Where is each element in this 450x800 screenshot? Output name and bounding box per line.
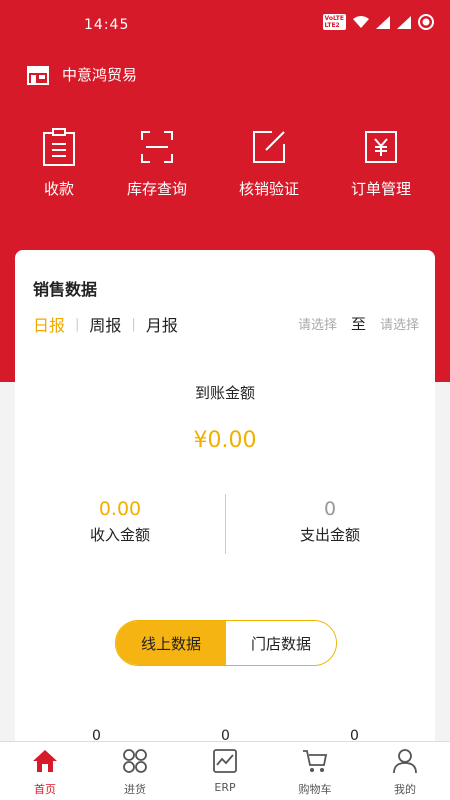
signal-5g-icon <box>397 15 411 29</box>
tabbar-cart-label: 购物车 <box>298 783 332 796</box>
grid-icon <box>123 749 147 773</box>
segment-store[interactable]: 门店数据 <box>226 621 336 665</box>
action-orders[interactable]: 订单管理 <box>326 128 436 199</box>
action-collect[interactable]: 收款 <box>4 128 114 199</box>
tab-separator: | <box>131 316 136 332</box>
tabbar-home[interactable]: 首页 <box>0 742 90 800</box>
arrival-label: 到账金额 <box>194 384 255 402</box>
status-bar: 14:45 VoLTE LTE2 <box>0 0 450 50</box>
data-source-toggle: 线上数据 门店数据 <box>115 620 337 666</box>
income-stat: 0.00 收入金额 <box>15 498 225 545</box>
yen-icon <box>365 131 397 163</box>
action-verify[interactable]: 核销验证 <box>214 128 324 199</box>
quick-actions: 收款 库存查询 核销验证 订单管理 <box>0 128 450 208</box>
tabbar-purchase[interactable]: 进货 <box>90 742 180 800</box>
chart-icon <box>213 749 237 773</box>
store-name: 中意鸿贸易 <box>62 66 138 84</box>
action-verify-label: 核销验证 <box>238 180 299 198</box>
volte-icon: VoLTE LTE2 <box>322 14 346 30</box>
expense-label: 支出金额 <box>299 526 360 544</box>
action-inventory-label: 库存查询 <box>126 180 187 198</box>
status-time: 14:45 <box>84 17 130 33</box>
sales-title: 销售数据 <box>33 280 98 299</box>
tabbar-purchase-label: 进货 <box>124 783 146 796</box>
store-header[interactable]: 中意鸿贸易 <box>26 64 137 85</box>
scan-icon <box>141 131 173 163</box>
edit-icon <box>253 131 285 163</box>
sales-card: 销售数据 日报 | 周报 | 月报 请选择 至 请选择 到账金额 ¥0.00 0… <box>15 250 435 770</box>
arrival-amount: ¥0.00 <box>193 428 257 453</box>
income-value: 0.00 <box>98 498 142 520</box>
tab-monthly[interactable]: 月报 <box>146 312 178 336</box>
tabbar-home-label: 首页 <box>34 783 56 796</box>
date-start-picker[interactable]: 请选择 <box>298 314 337 333</box>
receipt-icon <box>43 128 75 166</box>
user-icon <box>393 749 417 774</box>
tab-separator: | <box>75 316 80 332</box>
expense-value: 0 <box>323 498 337 520</box>
signal-4g-icon <box>376 15 390 29</box>
date-end-picker[interactable]: 请选择 <box>380 314 419 333</box>
action-orders-label: 订单管理 <box>350 180 411 198</box>
store-icon <box>27 65 49 85</box>
cart-icon <box>303 750 328 772</box>
status-icons: VoLTE LTE2 <box>322 14 434 30</box>
segment-online[interactable]: 线上数据 <box>116 621 226 665</box>
tabbar-erp-label: ERP <box>214 781 236 794</box>
date-range: 请选择 至 请选择 <box>298 313 419 334</box>
tab-weekly[interactable]: 周报 <box>89 312 121 336</box>
income-label: 收入金额 <box>89 526 150 544</box>
action-inventory[interactable]: 库存查询 <box>102 128 212 199</box>
date-range-separator: 至 <box>350 315 366 333</box>
tabbar-mine-label: 我的 <box>394 783 416 796</box>
expense-stat: 0 支出金额 <box>225 498 435 545</box>
tabbar-mine[interactable]: 我的 <box>360 742 450 800</box>
bottom-tab-bar: 首页 进货 ERP 购物车 我的 <box>0 741 450 800</box>
action-collect-label: 收款 <box>43 180 74 198</box>
tabbar-cart[interactable]: 购物车 <box>270 742 360 800</box>
home-icon <box>33 750 57 772</box>
tabbar-erp[interactable]: ERP <box>180 742 270 800</box>
report-tabs: 日报 | 周报 | 月报 <box>33 312 178 336</box>
record-icon <box>418 14 434 30</box>
tab-daily[interactable]: 日报 <box>33 312 65 336</box>
wifi-icon <box>353 15 369 28</box>
